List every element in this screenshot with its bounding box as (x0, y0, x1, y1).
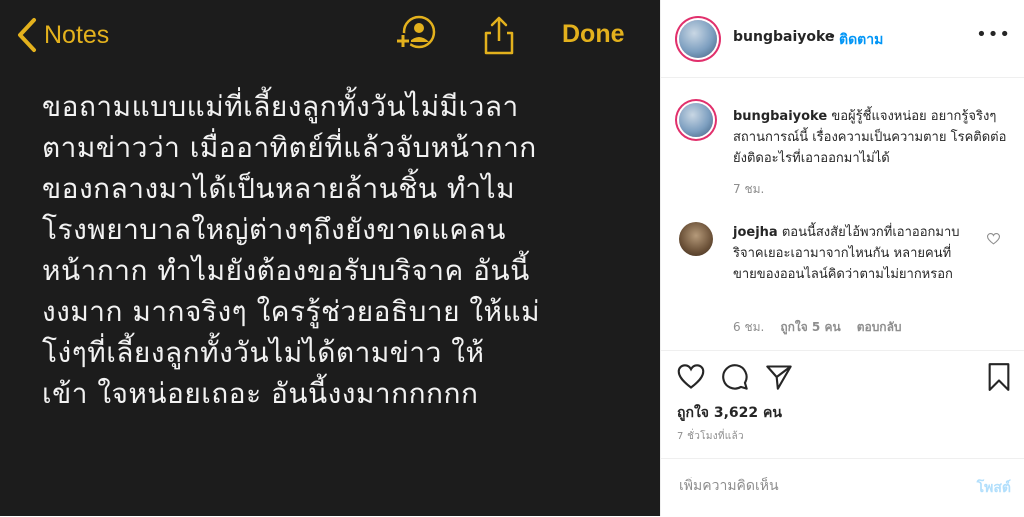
post-media: Notes Done ขอถามแบบแม่ที่เลี้ยงลูกทั้งวั… (0, 0, 660, 516)
author-username[interactable]: bungbaiyoke (733, 29, 834, 45)
heart-outline-icon[interactable] (986, 230, 1001, 249)
post-sidebar: bungbaiyoke • ติดตาม ••• bungbaiyoke ขอผ… (660, 0, 1024, 516)
more-horizontal-icon[interactable]: ••• (976, 24, 1011, 45)
follow-button[interactable]: ติดตาม (839, 29, 883, 51)
comment-time: 6 ชม. (733, 320, 765, 334)
caption-username[interactable]: bungbaiyoke (733, 109, 827, 124)
caption-time: 7 ชม. (733, 182, 765, 196)
comment-input[interactable] (677, 477, 951, 495)
comment-meta: 6 ชม. ถูกใจ 5 คน ตอบกลับ (733, 318, 902, 337)
post-header: bungbaiyoke • ติดตาม ••• (661, 0, 1024, 78)
share-icon (482, 14, 516, 60)
likes-count[interactable]: ถูกใจ 3,622 คน (677, 402, 782, 424)
comment-bar: โพสต์ (661, 458, 1024, 517)
caption: bungbaiyoke ขอผู้รู้ชี้แจงหน่อย อยากรู้จ… (733, 106, 1013, 169)
note-line: ตามข่าวว่า เมื่ออาทิตย์ที่แล้วจับหน้ากาก (42, 131, 537, 164)
post-comment-button[interactable]: โพสต์ (977, 477, 1011, 499)
comment-username[interactable]: joejha (733, 225, 778, 240)
add-person-icon (392, 14, 436, 58)
header-separator: • (828, 29, 837, 45)
notes-back-button: Notes (16, 16, 109, 54)
chevron-left-icon (18, 18, 36, 52)
comment-icon[interactable] (721, 363, 749, 395)
comment-likes[interactable]: ถูกใจ 5 คน (780, 318, 840, 337)
note-line: ของกลางมาได้เป็นหลายล้านชิ้น ทำไม (42, 172, 516, 205)
note-line: เข้า ใจหน่อยเถอะ อันนี้งงมากกกกก (42, 377, 479, 410)
note-line: โง่ๆที่เลี้ยงลูกทั้งวันไม่ได้ตามข่าว ให้ (42, 336, 485, 369)
note-text: ขอถามแบบแม่ที่เลี้ยงลูกทั้งวันไม่มีเวลา … (42, 86, 652, 414)
note-line: หน้ากาก ทำไมยังต้องขอรับบริจาค อันนี้ (42, 254, 530, 287)
heart-icon[interactable] (677, 363, 705, 395)
notes-back-label: Notes (44, 20, 110, 49)
note-line: งงมาก มากจริงๆ ใครรู้ช่วยอธิบาย ให้แม่ (42, 295, 541, 328)
action-bar (661, 350, 1024, 405)
bookmark-icon[interactable] (987, 363, 1011, 395)
post-time: 7 ชั่วโมงที่แล้ว (677, 431, 744, 442)
caption-avatar[interactable] (679, 103, 713, 137)
commenter-avatar[interactable] (679, 222, 713, 256)
done-button: Done (562, 20, 625, 48)
author-avatar[interactable] (679, 20, 717, 58)
note-line: โรงพยาบาลใหญ่ต่างๆถึงยังขาดแคลน (42, 213, 506, 246)
note-line: ขอถามแบบแม่ที่เลี้ยงลูกทั้งวันไม่มีเวลา (42, 90, 519, 123)
send-icon[interactable] (765, 363, 793, 395)
comment: joejha ตอนนี้สงสัยไอ้พวกที่เอาออกมาบริจา… (733, 222, 963, 285)
reply-button[interactable]: ตอบกลับ (857, 318, 902, 337)
